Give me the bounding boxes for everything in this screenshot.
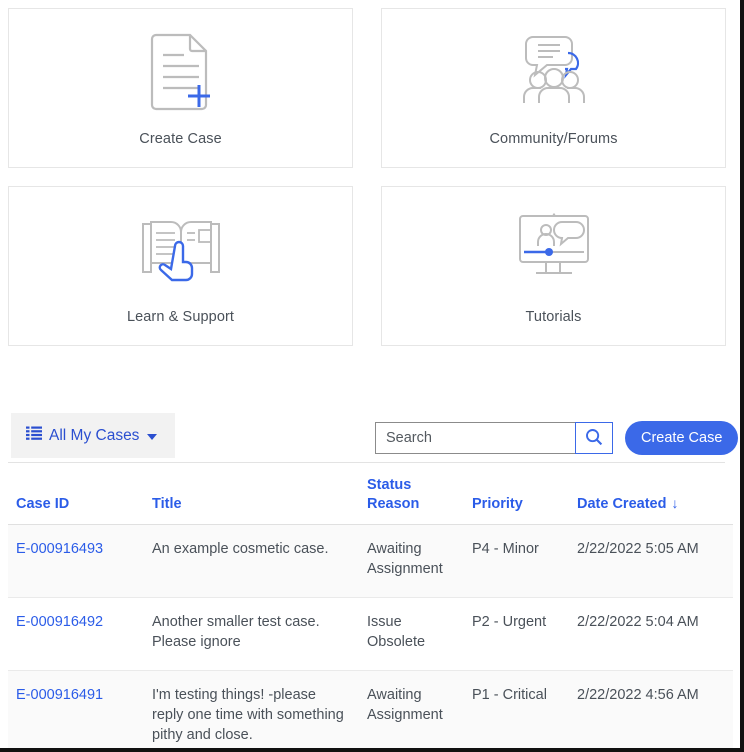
column-header-priority[interactable]: Priority — [464, 468, 569, 526]
column-header-case-id[interactable]: Case ID — [8, 468, 144, 526]
case-id-link[interactable]: E-000916492 — [16, 614, 103, 630]
quick-action-tiles: Create Case Community/Forums Learn & Sup… — [8, 8, 730, 364]
people-chat-icon — [508, 29, 600, 111]
chevron-down-icon — [147, 434, 158, 440]
cell-case-id: E-000916491 — [8, 670, 144, 748]
table-row[interactable]: E-000916493 An example cosmetic case. Aw… — [8, 524, 733, 599]
cell-status-reason: Awaiting Assignment — [359, 670, 464, 748]
cell-date-created: 2/22/2022 4:56 AM — [569, 670, 733, 748]
cases-table-head: Case ID Title Status Reason Priority Dat… — [8, 468, 733, 526]
search-input[interactable] — [375, 422, 575, 454]
create-case-button[interactable]: Create Case — [625, 421, 739, 455]
cases-table-body: E-000916493 An example cosmetic case. Aw… — [8, 524, 733, 748]
tile-label: Create Case — [139, 131, 222, 147]
cell-status-reason: Issue Obsolete — [359, 597, 464, 672]
table-row[interactable]: E-000916491 I'm testing things! -please … — [8, 670, 733, 748]
cases-grid: Case ID Title Status Reason Priority Dat… — [0, 468, 740, 748]
cell-priority: P4 - Minor — [464, 524, 569, 599]
cases-toolbar: All My Cases Create Case — [0, 408, 740, 462]
book-hand-pointer-icon — [135, 207, 227, 289]
cell-case-id: E-000916493 — [8, 524, 144, 599]
column-header-status-reason[interactable]: Status Reason — [359, 468, 464, 526]
tile-row-2: Learn & Support Tutorials — [8, 186, 730, 346]
toolbar-divider — [8, 462, 725, 463]
page-inner: Create Case Community/Forums Learn & Sup… — [0, 0, 740, 748]
cell-title: Another smaller test case. Please ignore — [144, 597, 359, 672]
monitor-video-icon — [506, 207, 602, 289]
tile-row-1: Create Case Community/Forums — [8, 8, 730, 168]
cell-case-id: E-000916492 — [8, 597, 144, 672]
cases-table: Case ID Title Status Reason Priority Dat… — [8, 468, 733, 748]
search-button[interactable] — [575, 422, 613, 454]
list-view-icon — [26, 426, 42, 445]
column-header-date-created-label: Date Created — [577, 496, 667, 513]
cell-status-reason: Awaiting Assignment — [359, 524, 464, 599]
tile-label: Tutorials — [525, 309, 582, 325]
cell-date-created: 2/22/2022 5:05 AM — [569, 524, 733, 599]
tile-create-case[interactable]: Create Case — [8, 8, 353, 168]
cell-title: I'm testing things! -please reply one ti… — [144, 670, 359, 748]
sort-descending-arrow: ↓ — [671, 495, 679, 512]
table-row[interactable]: E-000916492 Another smaller test case. P… — [8, 597, 733, 672]
cell-title: An example cosmetic case. — [144, 524, 359, 599]
page-root: Create Case Community/Forums Learn & Sup… — [0, 0, 744, 752]
tile-label: Learn & Support — [126, 309, 235, 325]
search-group — [375, 422, 613, 454]
cell-priority: P2 - Urgent — [464, 597, 569, 672]
search-icon — [585, 428, 603, 449]
tile-label: Community/Forums — [489, 131, 618, 147]
view-selector-label: All My Cases — [49, 426, 140, 444]
table-header-row: Case ID Title Status Reason Priority Dat… — [8, 468, 733, 526]
view-selector-all-my-cases[interactable]: All My Cases — [11, 413, 176, 458]
cell-priority: P1 - Critical — [464, 670, 569, 748]
tile-community-forums[interactable]: Community/Forums — [381, 8, 726, 168]
cell-date-created: 2/22/2022 5:04 AM — [569, 597, 733, 672]
case-id-link[interactable]: E-000916493 — [16, 541, 103, 557]
tile-learn-support[interactable]: Learn & Support — [8, 186, 353, 346]
column-header-date-created[interactable]: Date Created ↓ — [569, 468, 733, 526]
document-plus-icon — [142, 29, 220, 111]
case-id-link[interactable]: E-000916491 — [16, 687, 103, 703]
tile-tutorials[interactable]: Tutorials — [381, 186, 726, 346]
column-header-title[interactable]: Title — [144, 468, 359, 526]
